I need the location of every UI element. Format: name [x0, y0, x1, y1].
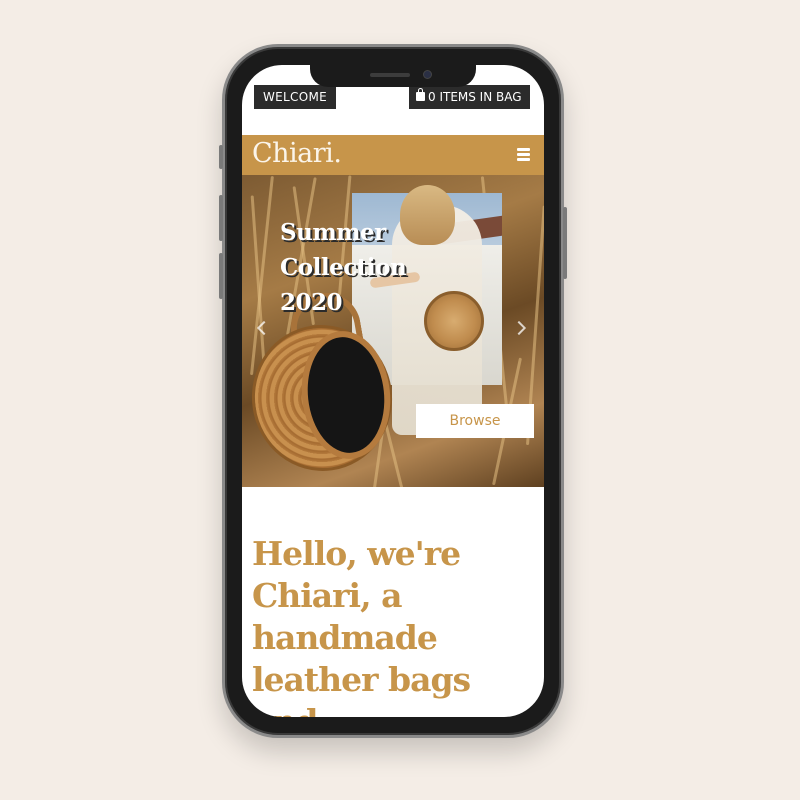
welcome-button[interactable]: WELCOME — [254, 85, 336, 109]
hero-headline: Summer Collection 2020 — [280, 215, 480, 320]
chevron-right-icon[interactable] — [511, 320, 527, 336]
phone-mockup: WELCOME 0 ITEMS IN BAG Chiari. Summer Co… — [219, 44, 567, 738]
power-button — [563, 207, 567, 279]
hamburger-menu-icon[interactable] — [517, 148, 530, 161]
bag-label: 0 ITEMS IN BAG — [428, 90, 522, 104]
notch — [310, 65, 476, 87]
headline-line: Summer — [280, 219, 386, 246]
site-header: Chiari. — [242, 135, 544, 175]
volume-up-button — [219, 195, 223, 241]
shopping-bag-icon — [416, 88, 425, 101]
headline-line: 2020 — [280, 289, 343, 316]
speaker — [370, 73, 410, 77]
camera — [423, 70, 432, 79]
phone-screen: WELCOME 0 ITEMS IN BAG Chiari. Summer Co… — [242, 65, 544, 717]
mute-switch — [219, 145, 223, 169]
intro-heading: Hello, we're Chiari, a handmade leather … — [252, 534, 471, 717]
logo[interactable]: Chiari. — [252, 138, 342, 169]
bag-button[interactable]: 0 ITEMS IN BAG — [409, 85, 530, 109]
volume-down-button — [219, 253, 223, 299]
hero-carousel: Summer Collection 2020 Browse — [242, 175, 544, 487]
headline-line: Collection — [280, 254, 407, 281]
browse-button[interactable]: Browse — [416, 404, 534, 438]
